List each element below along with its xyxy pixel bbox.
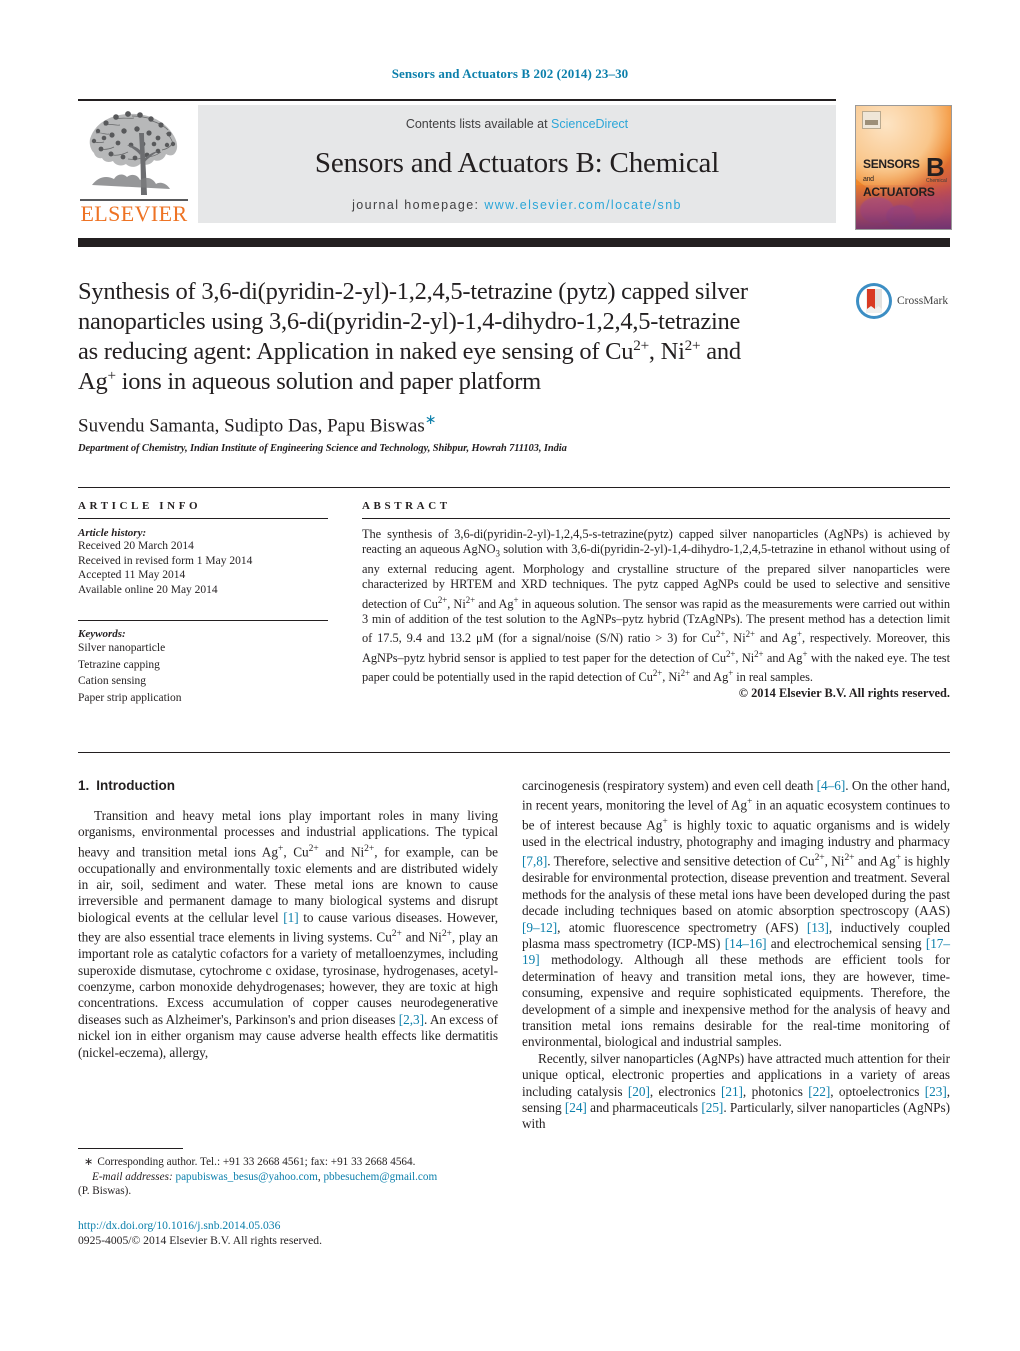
abstract-text: The synthesis of 3,6-di(pyridin-2-yl)-1,… [362, 527, 950, 685]
title-sup-ni: 2+ [684, 336, 701, 354]
contents-prefix: Contents lists available at [405, 117, 552, 131]
running-head: Sensors and Actuators B 202 (2014) 23–30 [391, 66, 629, 81]
elsevier-tree-icon [89, 111, 178, 195]
section-title: Introduction [96, 778, 175, 793]
section-number: 1. [78, 778, 90, 793]
abstract-column: ABSTRACT The synthesis of 3,6-di(pyridin… [362, 500, 950, 701]
citation-link[interactable]: [2,3] [399, 1012, 424, 1027]
citation-link[interactable]: [20] [628, 1084, 650, 1099]
article-page: Sensors and Actuators B 202 (2014) 23–30 [0, 0, 1020, 1351]
contents-available-line: Contents lists available at ScienceDirec… [198, 117, 836, 131]
doi-block: http://dx.doi.org/10.1016/j.snb.2014.05.… [78, 1218, 508, 1248]
citation-link[interactable]: [23] [925, 1084, 947, 1099]
journal-homepage-line: journal homepage: www.elsevier.com/locat… [198, 198, 836, 212]
email-link-1[interactable]: papubiswas_besus@yahoo.com [175, 1171, 317, 1183]
citation-link[interactable]: [9–12] [522, 920, 557, 935]
abstract-copyright: © 2014 Elsevier B.V. All rights reserved… [738, 685, 950, 700]
cover-title-text: SENSORS and ACTUATORS [863, 157, 935, 199]
history-online: Available online 20 May 2014 [78, 583, 218, 596]
title-line-3a: as reducing agent: Application in naked … [78, 338, 634, 365]
title-sup-cu: 2+ [633, 336, 649, 354]
citation-link[interactable]: [1] [283, 910, 298, 925]
footnote-block: ∗ Corresponding author. Tel.: +91 33 2668… [78, 1155, 498, 1199]
author-affiliation: Department of Chemistry, Indian Institut… [78, 443, 567, 454]
title-sup-ag: + [107, 366, 116, 384]
keyword-4: Paper strip application [78, 691, 182, 704]
issn-copyright-line: 0925-4005/© 2014 Elsevier B.V. All right… [78, 1234, 322, 1247]
footnote-corresponding-author: ∗ Corresponding author. Tel.: +91 33 2668… [78, 1155, 498, 1170]
citation-link[interactable]: [25] [701, 1100, 723, 1115]
title-line-3c: and [700, 338, 741, 365]
intro-paragraph-1: Transition and heavy metal ions play imp… [78, 808, 498, 1060]
body-column-left: 1. Introduction Transition and heavy meta… [78, 778, 498, 1061]
elsevier-logo: ELSEVIER [78, 103, 190, 228]
cover-line-1: SENSORS [863, 157, 920, 171]
cover-line-2: ACTUATORS [863, 185, 935, 199]
doi-link[interactable]: http://dx.doi.org/10.1016/j.snb.2014.05.… [78, 1218, 508, 1233]
cover-elsevier-icon [862, 111, 881, 129]
article-info-column: ARTICLE INFO Article history: Received 2… [78, 500, 328, 706]
homepage-label: journal homepage: [352, 198, 480, 212]
cover-letter-b: B [926, 152, 945, 182]
keyword-2: Tetrazine capping [78, 658, 160, 671]
author-names: Suvendu Samanta, Sudipto Das, Papu Biswa… [78, 415, 425, 437]
footnote-corresponding-text: Corresponding author. Tel.: +91 33 2668 … [97, 1156, 416, 1168]
corresponding-author-marker: ∗ [424, 413, 437, 428]
abstract-rule [362, 518, 950, 519]
citation-link[interactable]: [21] [721, 1084, 743, 1099]
crossmark-label: CrossMark [897, 295, 949, 307]
footnote-star: ∗ [84, 1156, 94, 1168]
masthead-top-rule [78, 99, 836, 101]
cover-letter-sub: Chemical [926, 178, 947, 184]
crossmark-icon [856, 283, 892, 319]
email-addresses-label: E-mail addresses: [92, 1170, 173, 1183]
journal-title: Sensors and Actuators B: Chemical [314, 147, 720, 179]
journal-masthead: ELSEVIER Contents lists available at Sci… [78, 103, 836, 228]
homepage-url-link[interactable]: www.elsevier.com/locate/snb [484, 198, 682, 212]
article-info-rule [78, 518, 328, 519]
history-received: Received 20 March 2014 [78, 540, 194, 552]
elsevier-wordmark: ELSEVIER [80, 201, 188, 226]
history-revised: Received in revised form 1 May 2014 [78, 554, 253, 567]
keyword-3: Cation sensing [78, 675, 147, 688]
body-column-right: carcinogenesis (respiratory system) and … [522, 778, 950, 1133]
abstract-bottom-rule [78, 752, 950, 753]
sciencedirect-link[interactable]: ScienceDirect [551, 117, 628, 131]
intro-paragraph-2: Recently, silver nanoparticles (AgNPs) h… [522, 1050, 950, 1132]
keywords-rule [78, 620, 328, 622]
citation-link[interactable]: [4–6] [817, 778, 846, 793]
article-info-heading: ARTICLE INFO [78, 500, 202, 512]
citation-link[interactable]: [13] [807, 920, 829, 935]
article-title: Synthesis of 3,6-di(pyridin-2-yl)-1,2,4,… [78, 277, 838, 397]
citation-link[interactable]: [24] [565, 1100, 587, 1115]
history-accepted: Accepted 11 May 2014 [78, 569, 186, 582]
footnote-divider [78, 1148, 183, 1149]
title-line-2: nanoparticles using 3,6-di(pyridin-2-yl)… [78, 308, 741, 335]
masthead-bottom-rule [78, 238, 950, 247]
title-block: Synthesis of 3,6-di(pyridin-2-yl)-1,2,4,… [78, 277, 838, 397]
crossmark-badge[interactable]: CrossMark [855, 282, 960, 322]
section-heading-introduction: 1. Introduction [78, 778, 498, 793]
title-line-4b: ions in aqueous solution and paper platf… [115, 368, 542, 395]
journal-cover-image: SENSORS and ACTUATORS B Chemical [855, 105, 952, 230]
author-list: Suvendu Samanta, Sudipto Das, Papu Biswa… [78, 412, 436, 437]
citation-link[interactable]: [14–16] [725, 936, 767, 951]
citation-link[interactable]: [7,8] [522, 854, 547, 869]
info-abstract-top-rule [78, 487, 950, 488]
abstract-heading: ABSTRACT [362, 500, 451, 512]
keyword-1: Silver nanoparticle [78, 642, 166, 655]
cover-and: and [863, 176, 874, 183]
title-line-4a: Ag [78, 368, 108, 395]
title-line-3b: , Ni [648, 338, 685, 365]
footnote-email-owner: (P. Biswas). [78, 1185, 132, 1198]
keywords-label: Keywords: [78, 628, 126, 641]
citation-link[interactable]: [22] [808, 1084, 830, 1099]
article-history-label: Article history: [78, 527, 147, 539]
footnote-emails: E-mail addresses: papubiswas_besus@yahoo… [78, 1170, 498, 1185]
intro-paragraph-1-continued: carcinogenesis (respiratory system) and … [522, 778, 951, 1050]
title-line-1: Synthesis of 3,6-di(pyridin-2-yl)-1,2,4,… [78, 278, 748, 305]
email-link-2[interactable]: pbbesuchem@gmail.com [323, 1171, 437, 1183]
